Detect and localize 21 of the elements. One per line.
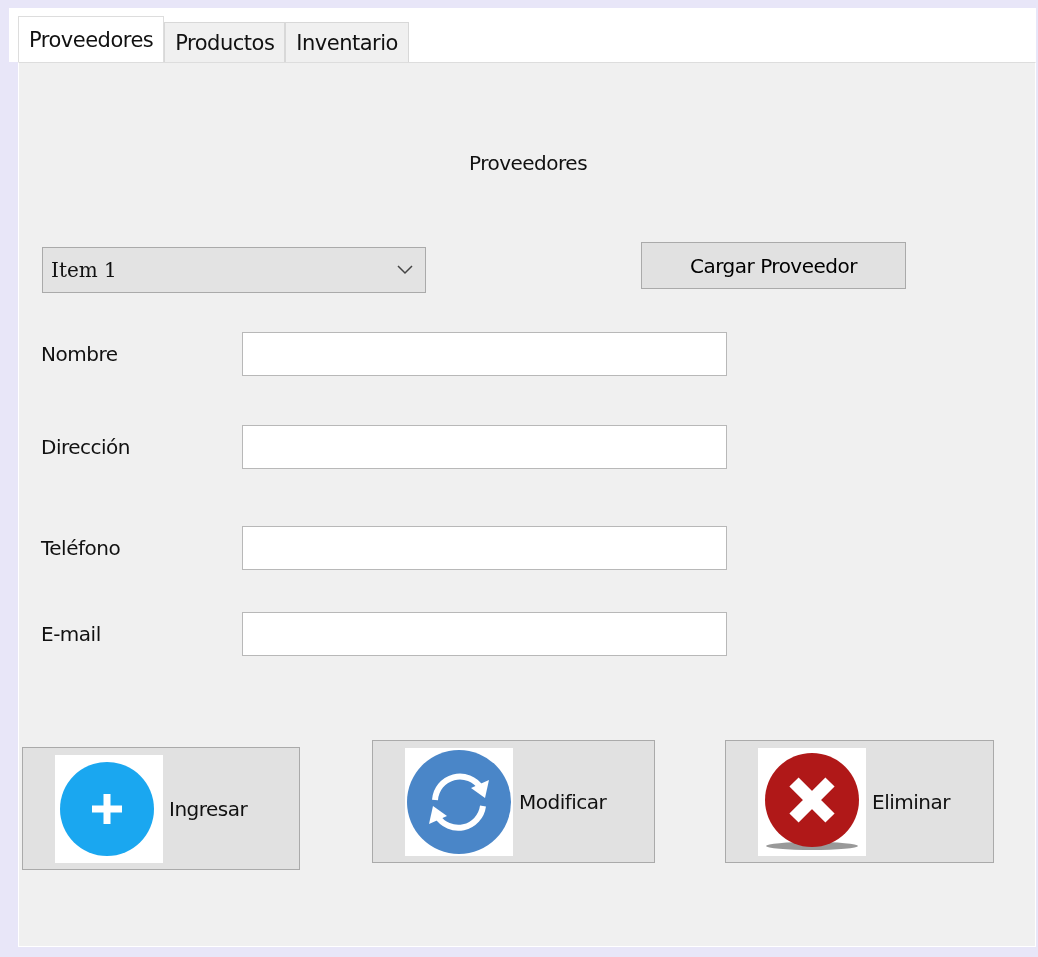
input-field[interactable]	[242, 332, 727, 376]
provider-dropdown[interactable]: Item 1	[42, 247, 426, 293]
input-field[interactable]	[242, 425, 727, 469]
tab[interactable]: Productos	[164, 22, 286, 62]
input-field[interactable]	[242, 526, 727, 570]
field-label: E-mail	[41, 622, 102, 646]
tab[interactable]: Proveedores	[18, 16, 165, 62]
field-label: Teléfono	[41, 536, 122, 560]
caret-icon	[397, 265, 413, 275]
action-button[interactable]: Ingresar	[22, 747, 300, 870]
section-title: Proveedores	[468, 151, 588, 177]
field-label: Dirección	[41, 435, 131, 459]
field-label: Nombre	[41, 342, 119, 366]
tab[interactable]: Inventario	[285, 22, 409, 62]
action-button[interactable]: Eliminar	[725, 740, 994, 863]
input-field[interactable]	[242, 612, 727, 656]
refresh-icon	[405, 747, 513, 856]
action-button[interactable]: Modificar	[372, 740, 655, 863]
plus-icon	[55, 754, 163, 863]
delete-icon	[758, 747, 866, 856]
load-provider-button[interactable]: Cargar Proveedor	[641, 242, 906, 289]
